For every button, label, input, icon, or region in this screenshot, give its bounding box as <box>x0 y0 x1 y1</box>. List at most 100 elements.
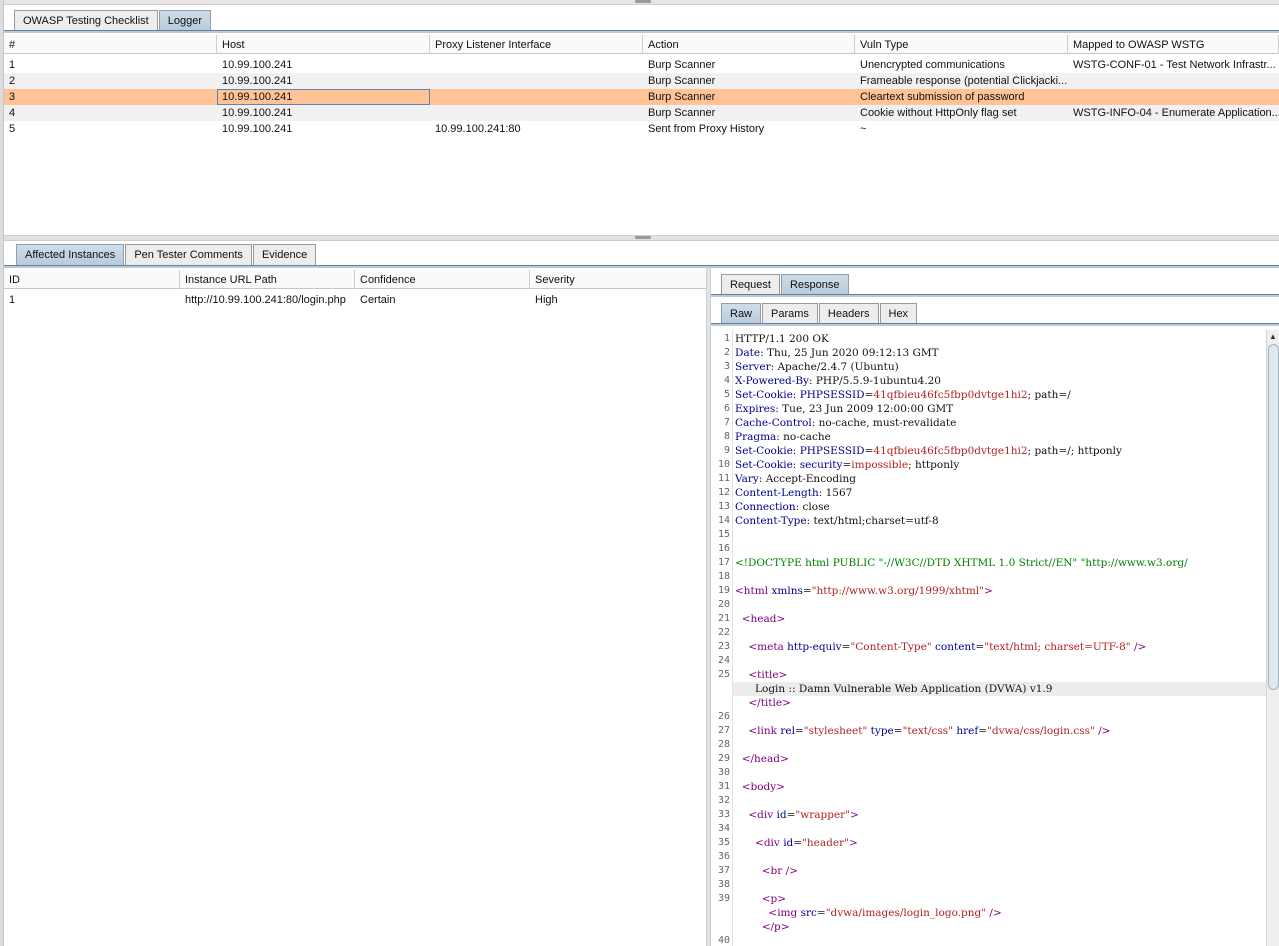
code-line[interactable]: HTTP/1.1 200 OK <box>735 332 829 346</box>
cell-proxy-listener[interactable] <box>430 57 643 73</box>
tab-response[interactable]: Response <box>780 274 849 295</box>
code-line[interactable]: Login :: Damn Vulnerable Web Application… <box>735 682 1052 696</box>
column-header-proxy-listener[interactable]: Proxy Listener Interface <box>430 35 643 54</box>
code-line[interactable]: Set-Cookie: PHPSESSID=41qfbieu46fc5fbp0d… <box>735 388 1071 402</box>
tab-headers[interactable]: Headers <box>818 303 879 324</box>
column-header-severity[interactable]: Severity <box>530 270 707 289</box>
code-line[interactable]: Server: Apache/2.4.7 (Ubuntu) <box>735 360 899 374</box>
code-line[interactable]: <title> <box>735 668 787 682</box>
table-row[interactable]: 1 http://10.99.100.241:80/login.php Certai… <box>4 292 707 308</box>
column-header-confidence[interactable]: Confidence <box>355 270 530 289</box>
code-line[interactable]: </head> <box>735 752 789 766</box>
tab-pen-tester-comments[interactable]: Pen Tester Comments <box>125 244 252 265</box>
column-header-instance-url-path[interactable]: Instance URL Path <box>180 270 355 289</box>
tab-hex[interactable]: Hex <box>879 303 918 324</box>
cell-proxy-listener[interactable]: 10.99.100.241:80 <box>430 121 643 137</box>
cell-number[interactable]: 3 <box>4 89 217 105</box>
column-header-vuln-type[interactable]: Vuln Type <box>855 35 1068 54</box>
cell-vuln-type[interactable]: Cleartext submission of password <box>855 89 1068 105</box>
table-row[interactable]: 1 10.99.100.241 Burp Scanner Unencrypted co… <box>4 57 1279 73</box>
code-line[interactable]: </title> <box>735 696 791 710</box>
column-header-number[interactable]: # <box>4 35 217 54</box>
cell-id[interactable]: 1 <box>4 292 180 308</box>
response-raw-editor[interactable]: 1 HTTP/1.1 200 OK 2 Date: Thu, 25 Jun 2020 … <box>711 330 1267 946</box>
code-line[interactable]: <link rel="stylesheet" type="text/css" h… <box>735 724 1110 738</box>
code-line[interactable]: Content-Type: text/html;charset=utf-8 <box>735 514 939 528</box>
tab-params[interactable]: Params <box>762 303 818 324</box>
code-token: = <box>975 641 985 653</box>
cell-host[interactable]: 10.99.100.241 <box>217 57 430 73</box>
cell-number[interactable]: 5 <box>4 121 217 137</box>
cell-owasp-wstg[interactable]: WSTG-INFO-04 - Enumerate Application... <box>1068 105 1279 121</box>
code-line[interactable]: <div id="wrapper"> <box>735 808 858 822</box>
tab-raw[interactable]: Raw <box>721 303 762 324</box>
cell-action[interactable]: Burp Scanner <box>643 105 855 121</box>
cell-number[interactable]: 1 <box>4 57 217 73</box>
cell-severity[interactable]: High <box>530 292 707 308</box>
cell-action[interactable]: Burp Scanner <box>643 57 855 73</box>
code-line[interactable]: Content-Length: 1567 <box>735 486 852 500</box>
cell-instance-url-path[interactable]: http://10.99.100.241:80/login.php <box>180 292 355 308</box>
scroll-up-arrow-icon[interactable]: ▲ <box>1269 332 1277 342</box>
cell-number[interactable]: 4 <box>4 105 217 121</box>
table-row[interactable]: 3 10.99.100.241 Burp Scanner Cleartext subm… <box>4 89 1279 105</box>
tab-logger[interactable]: Logger <box>158 10 211 31</box>
cell-host[interactable]: 10.99.100.241 <box>217 73 430 89</box>
code-line[interactable]: Connection: close <box>735 500 830 514</box>
code-line[interactable]: Expires: Tue, 23 Jun 2009 12:00:00 GMT <box>735 402 953 416</box>
code-token: : Accept-Encoding <box>758 473 856 485</box>
cell-host[interactable]: 10.99.100.241 <box>217 121 430 137</box>
cell-proxy-listener[interactable] <box>430 89 643 105</box>
cell-action[interactable]: Burp Scanner <box>643 73 855 89</box>
tab-owasp-testing-checklist[interactable]: OWASP Testing Checklist <box>14 10 158 31</box>
code-line[interactable]: <img src="dvwa/images/login_logo.png" /> <box>735 906 1001 920</box>
code-line[interactable]: Pragma: no-cache <box>735 430 831 444</box>
cell-owasp-wstg[interactable] <box>1068 89 1279 105</box>
column-header-id[interactable]: ID <box>4 270 180 289</box>
cell-proxy-listener[interactable] <box>430 105 643 121</box>
cell-action[interactable]: Sent from Proxy History <box>643 121 855 137</box>
code-line[interactable]: Date: Thu, 25 Jun 2020 09:12:13 GMT <box>735 346 939 360</box>
cell-host[interactable]: 10.99.100.241 <box>217 105 430 121</box>
code-line[interactable]: Cache-Control: no-cache, must-revalidate <box>735 416 956 430</box>
code-line[interactable]: <head> <box>735 612 786 626</box>
cell-number[interactable]: 2 <box>4 73 217 89</box>
cell-action[interactable]: Burp Scanner <box>643 89 855 105</box>
column-header-owasp-wstg[interactable]: Mapped to OWASP WSTG <box>1068 35 1279 54</box>
cell-vuln-type[interactable]: Cookie without HttpOnly flag set <box>855 105 1068 121</box>
cell-vuln-type[interactable]: ~ <box>855 121 1068 137</box>
cell-vuln-type[interactable]: Unencrypted communications <box>855 57 1068 73</box>
cell-host[interactable]: 10.99.100.241 <box>217 89 430 105</box>
tab-evidence[interactable]: Evidence <box>252 244 317 265</box>
editor-vertical-scrollbar[interactable]: ▲ <box>1266 330 1279 946</box>
top-splitter-grip[interactable] <box>635 0 651 3</box>
code-line[interactable]: <div id="header"> <box>735 836 858 850</box>
code-line[interactable]: </p> <box>735 920 790 934</box>
horizontal-splitter-grip[interactable] <box>635 236 651 239</box>
tab-affected-instances[interactable]: Affected Instances <box>16 244 125 265</box>
table-row[interactable]: 5 10.99.100.241 10.99.100.241:80 Sent from … <box>4 121 1279 137</box>
cell-confidence[interactable]: Certain <box>355 292 530 308</box>
cell-owasp-wstg[interactable] <box>1068 73 1279 89</box>
table-row[interactable]: 2 10.99.100.241 Burp Scanner Frameable resp… <box>4 73 1279 89</box>
code-token: ; path=/; httponly <box>1027 445 1122 457</box>
code-line[interactable]: <html xmlns="http://www.w3.org/1999/xhtm… <box>735 584 993 598</box>
tab-request[interactable]: Request <box>721 274 780 295</box>
cell-owasp-wstg[interactable]: WSTG-CONF-01 - Test Network Infrastr... <box>1068 57 1279 73</box>
code-line[interactable]: X-Powered-By: PHP/5.5.9-1ubuntu4.20 <box>735 374 941 388</box>
code-line[interactable]: Vary: Accept-Encoding <box>735 472 856 486</box>
scrollbar-thumb[interactable] <box>1268 344 1279 690</box>
code-line[interactable]: Set-Cookie: PHPSESSID=41qfbieu46fc5fbp0d… <box>735 444 1122 458</box>
code-line[interactable]: <!DOCTYPE html PUBLIC "-//W3C//DTD XHTML… <box>735 556 1188 570</box>
column-header-action[interactable]: Action <box>643 35 855 54</box>
table-row[interactable]: 4 10.99.100.241 Burp Scanner Cookie without… <box>4 105 1279 121</box>
code-line[interactable]: <meta http-equiv="Content-Type" content=… <box>735 640 1146 654</box>
code-line[interactable]: <p> <box>735 892 786 906</box>
cell-proxy-listener[interactable] <box>430 73 643 89</box>
code-line[interactable]: <body> <box>735 780 785 794</box>
code-line[interactable]: Set-Cookie: security=impossible; httponl… <box>735 458 959 472</box>
column-header-host[interactable]: Host <box>217 35 430 54</box>
code-line[interactable]: <br /> <box>735 864 798 878</box>
cell-vuln-type[interactable]: Frameable response (potential Clickjacki… <box>855 73 1068 89</box>
cell-owasp-wstg[interactable] <box>1068 121 1279 137</box>
